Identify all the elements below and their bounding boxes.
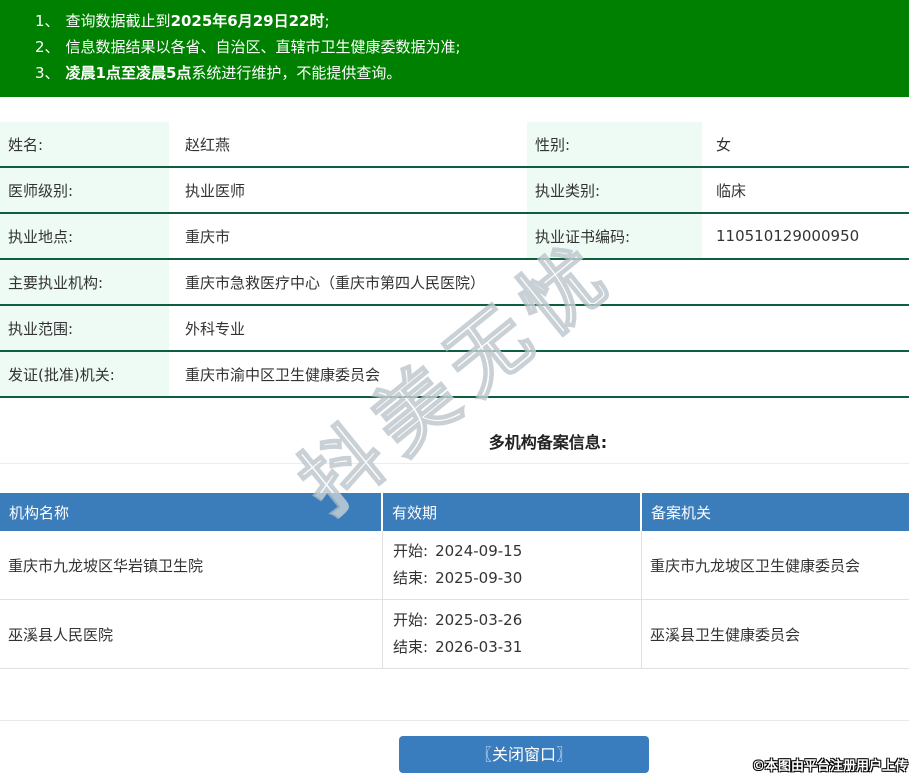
notice-text: 系统进行维护，不能提供查询。: [191, 64, 401, 82]
notice-text-bold: 2025年6月29日22时: [171, 12, 325, 30]
table-row: 巫溪县人民医院 开始: 2025-03-26 结束: 2026-03-31 巫溪县卫…: [0, 600, 909, 669]
notice-text: ;: [325, 12, 330, 30]
gender-label: 性别:: [527, 122, 702, 166]
practice-scope-label: 执业范围:: [0, 306, 169, 350]
main-institution-label: 主要执业机构:: [0, 260, 169, 304]
doctor-level-value: 执业医师: [169, 168, 527, 212]
institution-name: 巫溪县人民医院: [0, 600, 383, 668]
notice-text: 查询数据截止到: [66, 12, 171, 30]
practice-location-label: 执业地点:: [0, 214, 169, 258]
certificate-number-label: 执业证书编码:: [527, 214, 702, 258]
end-label: 结束:: [393, 569, 428, 587]
notice-line-2: 2、信息数据结果以各省、自治区、直辖市卫生健康委数据为准;: [35, 34, 899, 60]
start-label: 开始:: [393, 542, 428, 560]
end-date: 2025-09-30: [435, 569, 522, 587]
practice-category-value: 临床: [702, 168, 909, 212]
filing-table: 机构名称 有效期 备案机关 重庆市九龙坡区华岩镇卫生院 开始: 2024-09-1…: [0, 493, 909, 669]
separator-line: [0, 720, 909, 721]
name-label: 姓名:: [0, 122, 169, 166]
practice-category-label: 执业类别:: [527, 168, 702, 212]
info-row-issuing-authority: 发证(批准)机关: 重庆市渝中区卫生健康委员会: [0, 352, 909, 398]
info-row-main-institution: 主要执业机构: 重庆市急救医疗中心（重庆市第四人民医院）: [0, 260, 909, 306]
period-start: 开始: 2024-09-15: [393, 538, 522, 565]
start-label: 开始:: [393, 611, 428, 629]
certificate-number-value: 110510129000950: [702, 214, 909, 258]
start-date: 2024-09-15: [435, 542, 522, 560]
info-row-level-category: 医师级别: 执业医师 执业类别: 临床: [0, 168, 909, 214]
notice-number: 3、: [35, 64, 60, 82]
column-header-validity: 有效期: [383, 493, 642, 531]
table-row: 重庆市九龙坡区华岩镇卫生院 开始: 2024-09-15 结束: 2025-09-3…: [0, 531, 909, 600]
gender-value: 女: [702, 122, 909, 166]
issuing-authority-label: 发证(批准)机关:: [0, 352, 169, 396]
info-row-location-certno: 执业地点: 重庆市 执业证书编码: 110510129000950: [0, 214, 909, 260]
practice-scope-value: 外科专业: [169, 306, 909, 350]
info-row-practice-scope: 执业范围: 外科专业: [0, 306, 909, 352]
notice-line-1: 1、查询数据截止到2025年6月29日22时;: [35, 8, 899, 34]
practice-location-value: 重庆市: [169, 214, 527, 258]
license-query-result-page: 1、查询数据截止到2025年6月29日22时; 2、信息数据结果以各省、自治区、…: [0, 0, 909, 776]
filing-authority: 巫溪县卫生健康委员会: [642, 600, 909, 668]
separator-line: [0, 463, 909, 464]
period-end: 结束: 2025-09-30: [393, 565, 522, 592]
issuing-authority-value: 重庆市渝中区卫生健康委员会: [169, 352, 909, 396]
practitioner-info-table: 姓名: 赵红燕 性别: 女 医师级别: 执业医师 执业类别: 临床 执业地点: …: [0, 122, 909, 398]
institution-name: 重庆市九龙坡区华岩镇卫生院: [0, 531, 383, 599]
name-value: 赵红燕: [169, 122, 527, 166]
close-window-button[interactable]: 〖关闭窗口〗: [399, 736, 649, 773]
period-end: 结束: 2026-03-31: [393, 634, 522, 661]
end-date: 2026-03-31: [435, 638, 522, 656]
notice-number: 1、: [35, 12, 60, 30]
start-date: 2025-03-26: [435, 611, 522, 629]
validity-period: 开始: 2025-03-26 结束: 2026-03-31: [383, 600, 642, 668]
multi-institution-section-title: 多机构备案信息:: [0, 429, 909, 453]
column-header-authority: 备案机关: [642, 493, 909, 531]
notice-text: 信息数据结果以各省、自治区、直辖市卫生健康委数据为准;: [66, 38, 461, 56]
notice-text-bold: 凌晨1点至凌晨5点: [66, 64, 192, 82]
validity-period: 开始: 2024-09-15 结束: 2025-09-30: [383, 531, 642, 599]
column-header-institution: 机构名称: [0, 493, 383, 531]
doctor-level-label: 医师级别:: [0, 168, 169, 212]
main-institution-value: 重庆市急救医疗中心（重庆市第四人民医院）: [169, 260, 909, 304]
period-start: 开始: 2025-03-26: [393, 607, 522, 634]
filing-table-header: 机构名称 有效期 备案机关: [0, 493, 909, 531]
notice-number: 2、: [35, 38, 60, 56]
notice-line-3: 3、凌晨1点至凌晨5点系统进行维护，不能提供查询。: [35, 60, 899, 86]
end-label: 结束:: [393, 638, 428, 656]
corner-watermark: ©本图由平台注册用户上传: [752, 755, 908, 774]
notice-banner: 1、查询数据截止到2025年6月29日22时; 2、信息数据结果以各省、自治区、…: [0, 0, 909, 97]
filing-authority: 重庆市九龙坡区卫生健康委员会: [642, 531, 909, 599]
info-row-name-gender: 姓名: 赵红燕 性别: 女: [0, 122, 909, 168]
